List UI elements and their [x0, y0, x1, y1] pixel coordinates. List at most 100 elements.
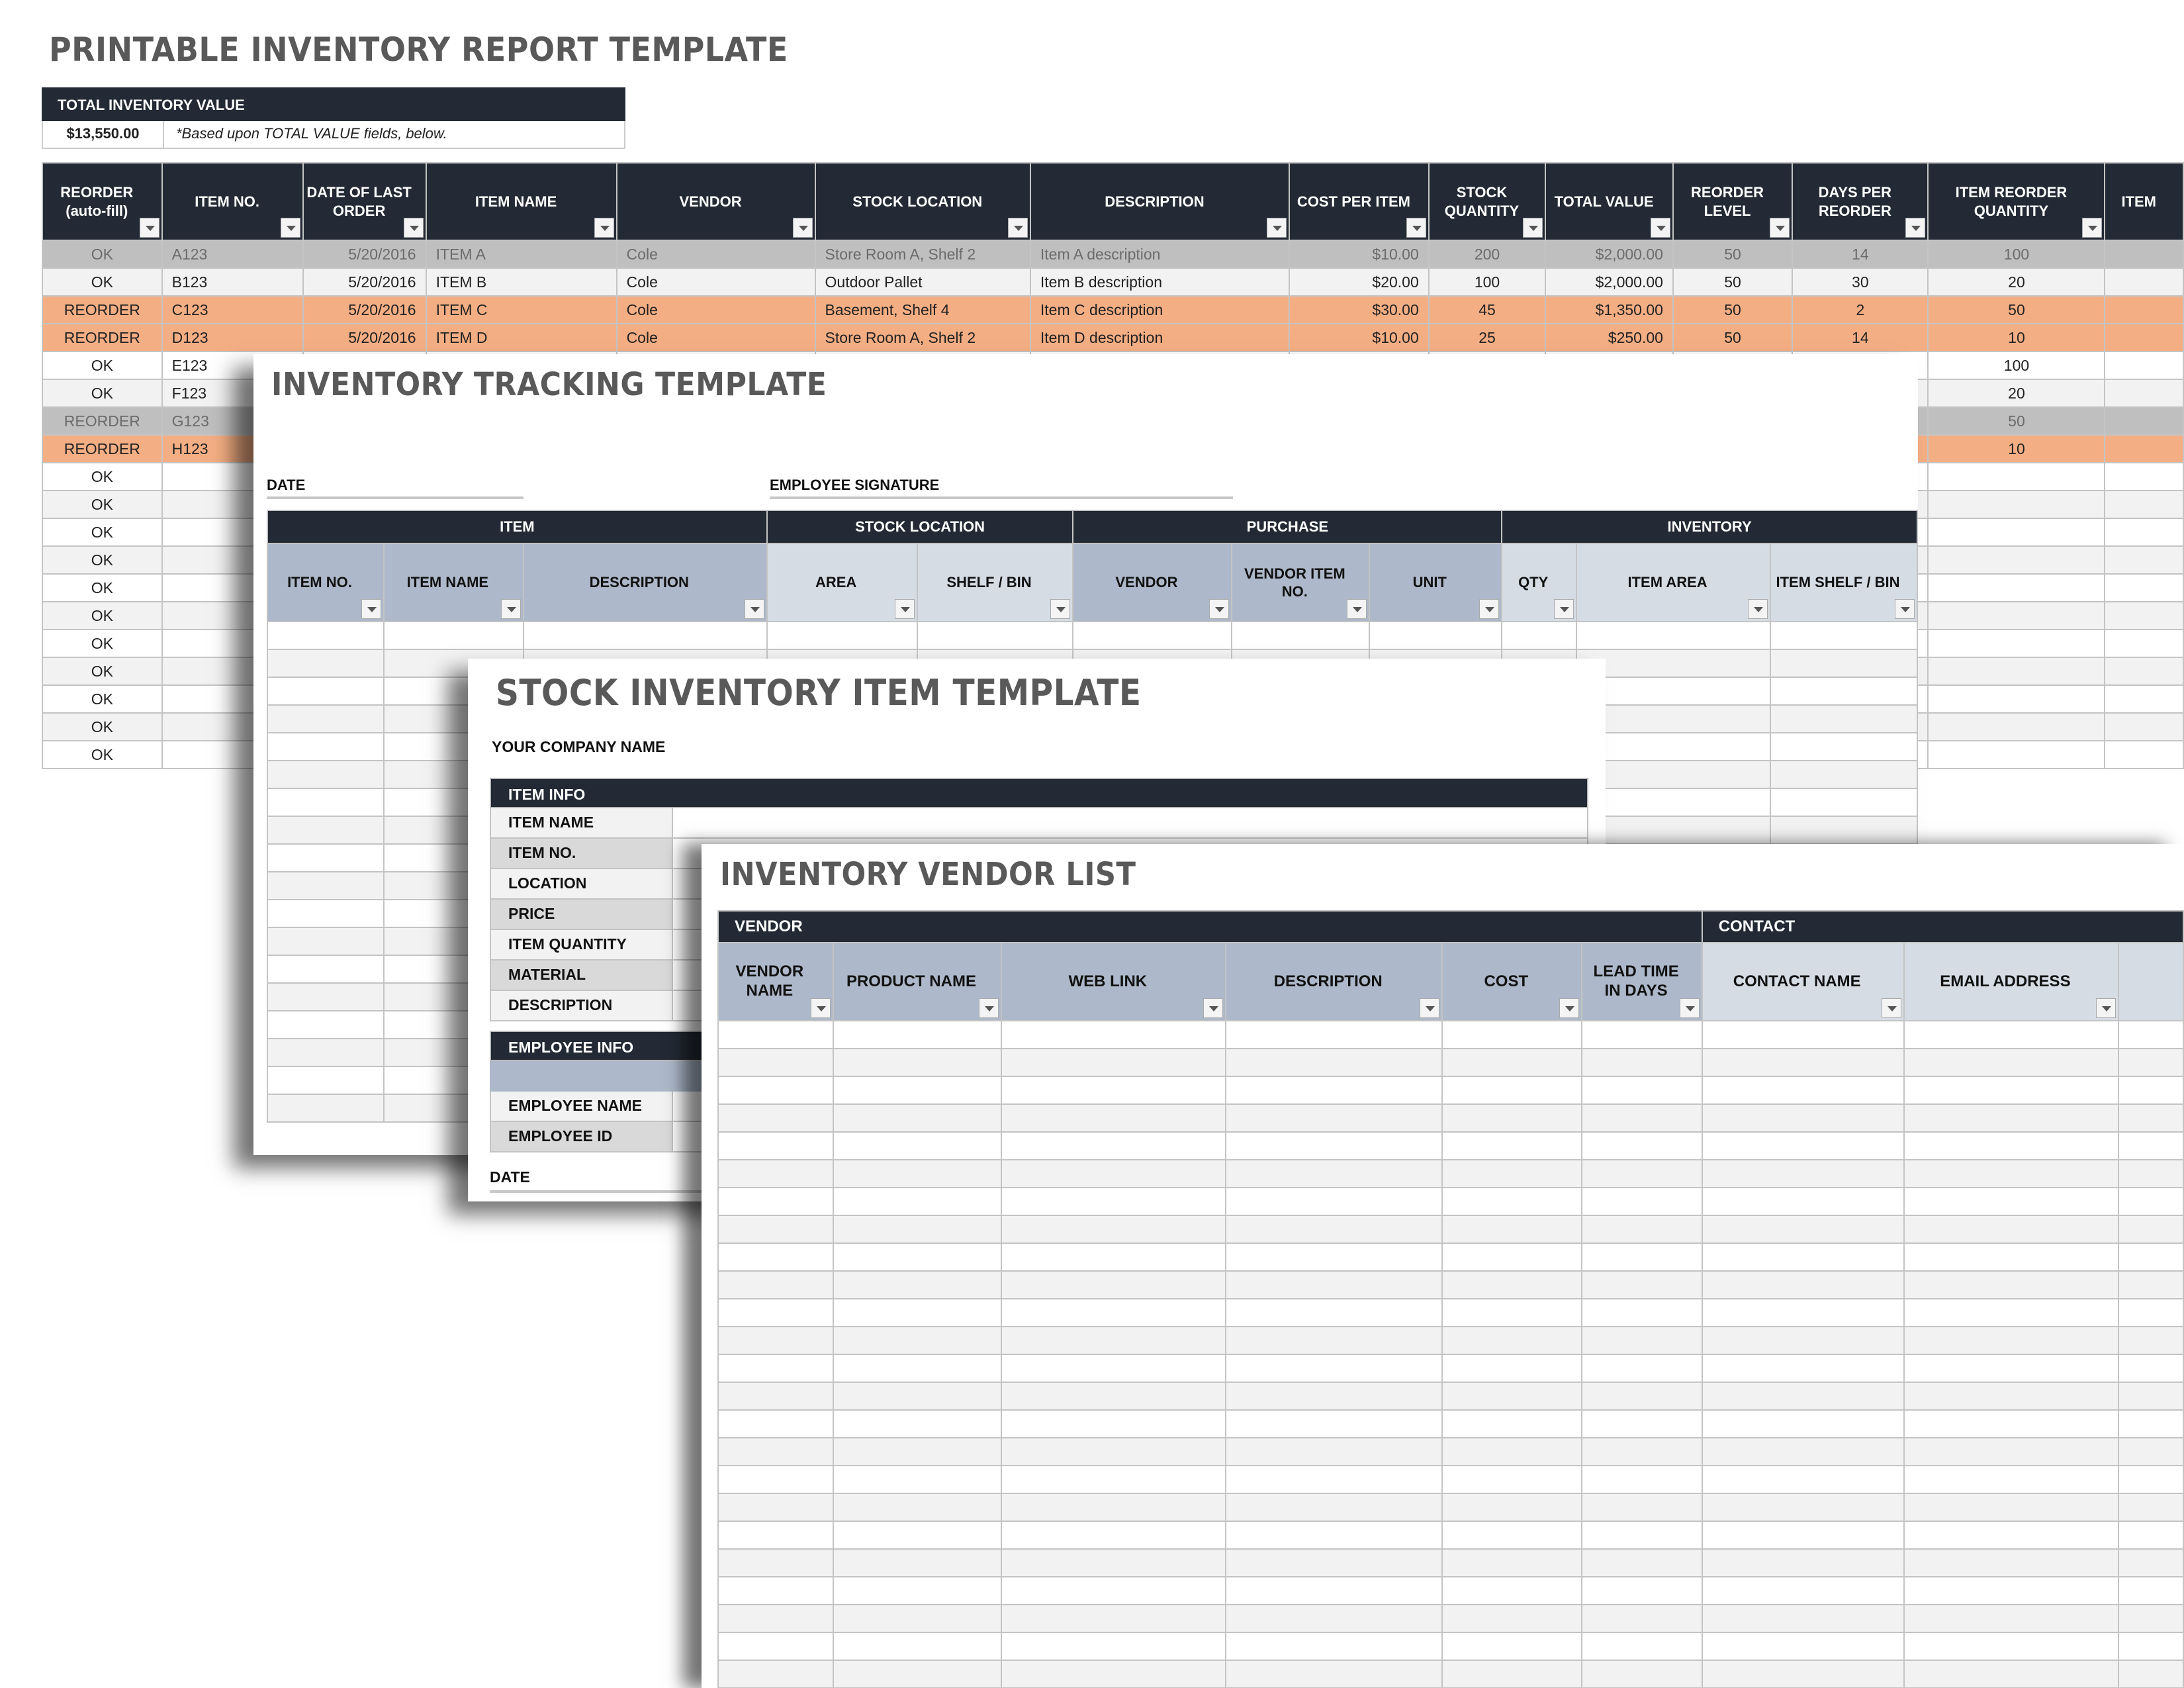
cell-description[interactable]: Item A description	[1029, 240, 1291, 269]
column-header-days-per-reorder[interactable]: DAYS PER REORDER	[1792, 162, 1929, 241]
cell-total-value[interactable]: $2,000.00	[1545, 267, 1674, 297]
cell-lead-time-in-days[interactable]	[1581, 1326, 1703, 1355]
vendor-column-product-name[interactable]: PRODUCT NAME	[832, 942, 1003, 1021]
cell-reorder-auto-fill[interactable]: OK	[42, 740, 163, 769]
cell-contact-name[interactable]	[1701, 1270, 1905, 1299]
cell-email-address[interactable]	[1903, 1493, 2120, 1522]
cell-cost-per-item[interactable]: $20.00	[1289, 267, 1430, 297]
cell-lead-time-in-days[interactable]	[1581, 1409, 1703, 1438]
cell-item-reorder-quantity[interactable]: 50	[1927, 406, 2106, 436]
cell-product-name[interactable]	[832, 1187, 1003, 1216]
cell-item[interactable]	[2104, 518, 2184, 547]
cell-cost[interactable]	[1441, 1076, 1583, 1105]
cell-contact-name[interactable]	[1701, 1298, 1905, 1327]
cell-lead-time-in-days[interactable]	[1581, 1493, 1703, 1522]
filter-dropdown-icon[interactable]	[1905, 218, 1926, 238]
cell-web-link[interactable]	[1001, 1020, 1227, 1049]
cell-stock-quantity[interactable]: 100	[1428, 267, 1547, 297]
cell-item[interactable]	[2104, 601, 2184, 630]
filter-dropdown-icon[interactable]	[403, 218, 424, 238]
cell-vendor-name[interactable]	[717, 1187, 834, 1216]
cell-item-no[interactable]	[267, 955, 385, 984]
cell-description[interactable]	[1225, 1493, 1443, 1522]
filter-dropdown-icon[interactable]	[1050, 599, 1071, 619]
cell-item-area[interactable]	[1576, 732, 1772, 761]
cell-contact-name[interactable]	[1701, 1243, 1905, 1272]
column-header-total-value[interactable]: TOTAL VALUE	[1545, 162, 1674, 241]
cell-cost[interactable]	[1441, 1576, 1583, 1605]
tracking-column-area[interactable]: AREA	[766, 543, 918, 622]
cell-cost[interactable]	[1441, 1020, 1583, 1049]
cell-vendor[interactable]: Cole	[615, 323, 816, 352]
cell-contact-name[interactable]	[1701, 1326, 1905, 1355]
filter-dropdown-icon[interactable]	[979, 998, 999, 1018]
cell-cost[interactable]	[1441, 1521, 1583, 1550]
cell-lead-time-in-days[interactable]	[1581, 1215, 1703, 1244]
cell-vendor-name[interactable]	[717, 1103, 834, 1133]
cell-product-name[interactable]	[832, 1103, 1003, 1133]
cell-description[interactable]	[1225, 1131, 1443, 1160]
cell-description[interactable]	[1225, 1103, 1443, 1133]
cell-cost[interactable]	[1441, 1632, 1583, 1661]
cell-reorder-auto-fill[interactable]: OK	[42, 462, 163, 491]
cell-product-name[interactable]	[832, 1660, 1003, 1688]
cell-reorder-auto-fill[interactable]: OK	[42, 573, 163, 602]
cell-item-reorder-quantity[interactable]	[1927, 712, 2106, 741]
cell-email-address[interactable]	[1903, 1243, 2120, 1272]
tracking-column-item-area[interactable]: ITEM AREA	[1576, 543, 1772, 622]
cell-web-link[interactable]	[1001, 1243, 1227, 1272]
cell-web-link[interactable]	[1001, 1437, 1227, 1466]
cell-description[interactable]	[1225, 1465, 1443, 1494]
cell-item-shelf-bin[interactable]	[1770, 788, 1918, 817]
cell-cost[interactable]	[1441, 1548, 1583, 1577]
cell-email-address[interactable]	[1903, 1103, 2120, 1133]
cell-stock-location[interactable]: Store Room A, Shelf 2	[814, 323, 1031, 352]
cell-item-no[interactable]	[267, 927, 385, 956]
cell-item[interactable]	[2104, 323, 2184, 352]
cell-reorder-auto-fill[interactable]: OK	[42, 379, 163, 408]
cell-contact-name[interactable]	[1701, 1020, 1905, 1049]
cell-item-no[interactable]: C123	[161, 295, 304, 324]
cell-vendor-name[interactable]	[717, 1521, 834, 1550]
cell-contact-name[interactable]	[1701, 1409, 1905, 1438]
filter-dropdown-icon[interactable]	[1554, 599, 1574, 619]
cell-reorder-level[interactable]: 50	[1672, 295, 1794, 324]
cell-product-name[interactable]	[832, 1437, 1003, 1466]
cell-description[interactable]	[1225, 1548, 1443, 1577]
cell-vendor-item-no[interactable]	[1231, 621, 1371, 650]
cell-item-area[interactable]	[1576, 788, 1772, 817]
cell-product-name[interactable]	[832, 1076, 1003, 1105]
cell-product-name[interactable]	[832, 1521, 1003, 1550]
filter-dropdown-icon[interactable]	[894, 599, 915, 619]
cell-vendor-name[interactable]	[717, 1076, 834, 1105]
tracking-column-description[interactable]: DESCRIPTION	[522, 543, 768, 622]
cell-item-area[interactable]	[1576, 621, 1772, 650]
cell-item-reorder-quantity[interactable]: 100	[1927, 351, 2106, 380]
cell-description[interactable]: Item C description	[1029, 295, 1291, 324]
column-header-reorder-level[interactable]: REORDER LEVEL	[1672, 162, 1794, 241]
cell-item-reorder-quantity[interactable]	[1927, 490, 2106, 519]
cell-web-link[interactable]	[1001, 1354, 1227, 1383]
cell-web-link[interactable]	[1001, 1103, 1227, 1133]
cell-email-address[interactable]	[1903, 1270, 2120, 1299]
filter-dropdown-icon[interactable]	[1267, 218, 1287, 238]
cell-contact-name[interactable]	[1701, 1604, 1905, 1633]
cell-item-no[interactable]	[267, 843, 385, 872]
cell-stock-location[interactable]: Store Room A, Shelf 2	[814, 240, 1031, 269]
filter-dropdown-icon[interactable]	[594, 218, 614, 238]
cell-item[interactable]	[2104, 545, 2184, 575]
tracking-column-qty[interactable]: QTY	[1501, 543, 1578, 622]
cell-lead-time-in-days[interactable]	[1581, 1521, 1703, 1550]
cell-description[interactable]: Item D description	[1029, 323, 1291, 352]
cell-item-no[interactable]	[267, 1038, 385, 1067]
cell-email-address[interactable]	[1903, 1382, 2120, 1411]
filter-dropdown-icon[interactable]	[2096, 998, 2116, 1018]
cell-item-reorder-quantity[interactable]	[1927, 518, 2106, 547]
cell-description[interactable]	[1225, 1604, 1443, 1633]
cell-vendor-name[interactable]	[717, 1020, 834, 1049]
cell-vendor-name[interactable]	[717, 1243, 834, 1272]
cell-vendor-name[interactable]	[717, 1326, 834, 1355]
cell-cost-per-item[interactable]: $10.00	[1289, 240, 1430, 269]
cell-blank[interactable]	[2118, 1048, 2184, 1077]
cell-vendor-name[interactable]	[717, 1548, 834, 1577]
